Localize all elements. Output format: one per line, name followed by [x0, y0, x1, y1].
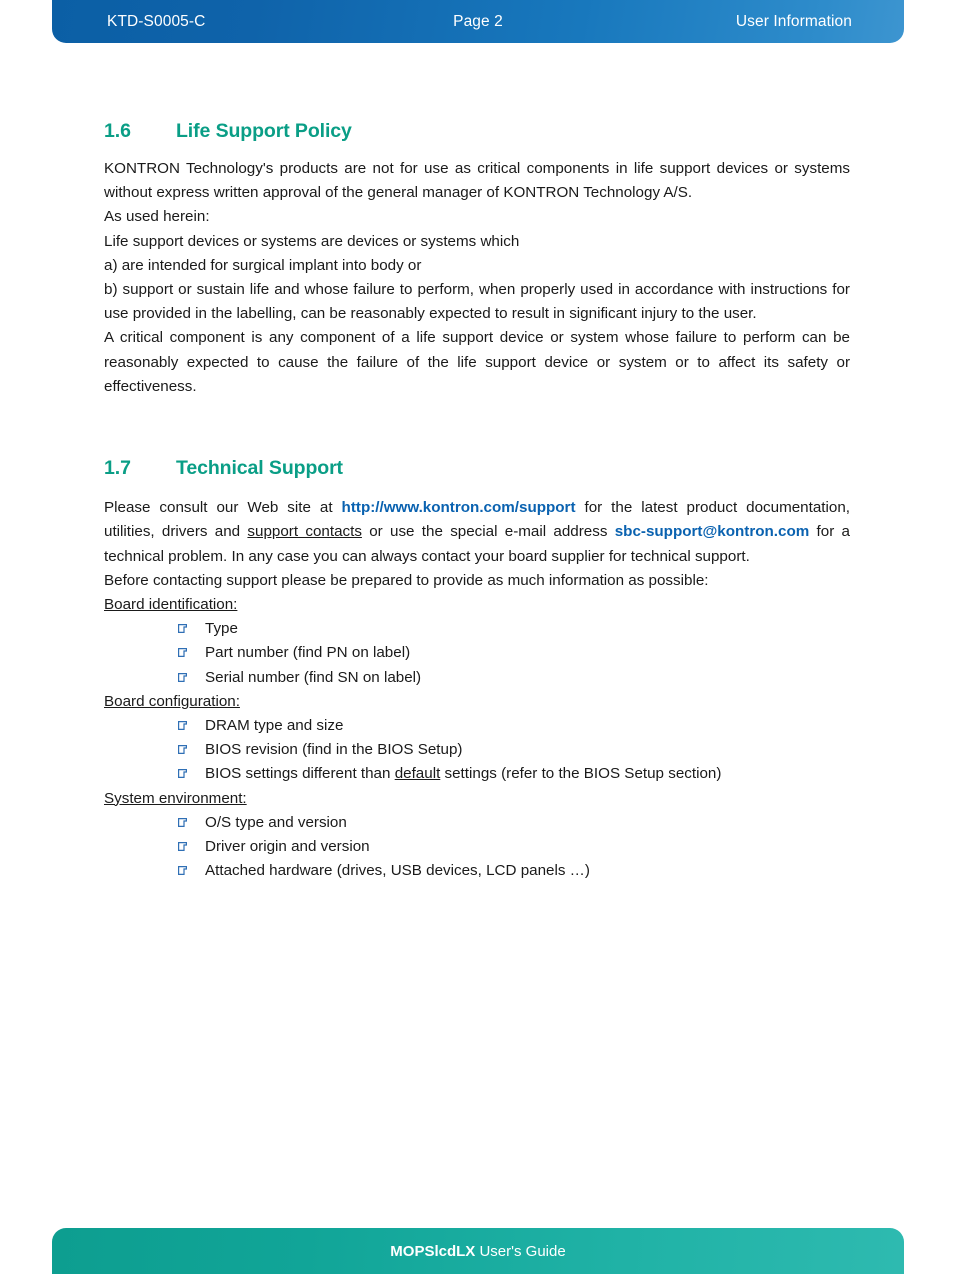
paragraph-as-used-herein: As used herein: — [104, 208, 210, 226]
list-item-label: O/S type and version — [205, 813, 347, 831]
square-bullet-icon — [178, 817, 187, 827]
heading-title: Life Support Policy — [176, 120, 352, 142]
footer-guide-suffix: User's Guide — [475, 1242, 566, 1260]
page-content: 1.6 Life Support Policy KONTRON Technolo… — [104, 120, 850, 883]
list-item: Attached hardware (drives, USB devices, … — [104, 859, 850, 883]
square-bullet-icon — [178, 842, 187, 852]
list-item-label: Type — [205, 620, 238, 638]
list-item-label: Driver origin and version — [205, 838, 370, 856]
paragraph-life-support-definition: Life support devices or systems are devi… — [104, 232, 520, 250]
list-board-configuration: DRAM type and size BIOS revision (find i… — [104, 714, 850, 787]
footer-title: MOPSlcdLX User's Guide — [390, 1243, 565, 1260]
page-header: KTD-S0005-C Page 2 User Information — [52, 0, 904, 43]
intro-text-part-3: or use the special e-mail address — [361, 523, 615, 541]
list-item: Driver origin and version — [104, 835, 850, 859]
list-item: DRAM type and size — [104, 714, 850, 738]
heading-number: 1.7 — [104, 457, 131, 480]
square-bullet-icon — [178, 648, 187, 658]
list-item: Part number (find PN on label) — [104, 641, 850, 665]
paragraph-technical-support-intro: Please consult our Web site at http://ww… — [104, 496, 850, 569]
list-item-label: Attached hardware (drives, USB devices, … — [205, 862, 590, 880]
list-item-label-prefix: BIOS settings different than — [205, 765, 395, 783]
square-bullet-icon — [178, 721, 187, 731]
support-contacts-text: support contacts — [247, 523, 362, 541]
list-item-label-suffix: settings (refer to the BIOS Setup sectio… — [440, 765, 722, 783]
list-item-label: DRAM type and size — [205, 717, 344, 735]
kontron-support-website-link[interactable]: http://www.kontron.com/support — [342, 499, 576, 516]
group-label-board-identification: Board identification: — [104, 596, 238, 614]
list-system-environment: O/S type and version Driver origin and v… — [104, 811, 850, 884]
heading-life-support-policy: 1.6 Life Support Policy — [104, 120, 850, 143]
paragraph-clause-b: b) support or sustain life and whose fai… — [104, 281, 850, 323]
square-bullet-icon — [178, 745, 187, 755]
paragraph-before-contacting: Before contacting support please be prep… — [104, 571, 709, 589]
list-item: BIOS revision (find in the BIOS Setup) — [104, 738, 850, 762]
list-item-label: Part number (find PN on label) — [205, 644, 411, 662]
paragraph-clause-a: a) are intended for surgical implant int… — [104, 256, 422, 274]
list-item: O/S type and version — [104, 811, 850, 835]
paragraph-life-support-1: KONTRON Technology's products are not fo… — [104, 160, 850, 202]
list-item: Serial number (find SN on label) — [104, 666, 850, 690]
list-board-identification: Type Part number (find PN on label) Seri… — [104, 617, 850, 690]
list-item: Type — [104, 617, 850, 641]
group-label-system-environment: System environment: — [104, 789, 247, 807]
paragraph-critical-component: A critical component is any component of… — [104, 329, 850, 395]
default-emphasis-text: default — [394, 765, 441, 783]
square-bullet-icon — [178, 769, 187, 779]
page-footer: MOPSlcdLX User's Guide — [52, 1228, 904, 1274]
sbc-support-email-link[interactable]: sbc-support@kontron.com — [615, 523, 810, 540]
square-bullet-icon — [178, 866, 187, 876]
list-item: BIOS settings different than default set… — [104, 762, 850, 786]
square-bullet-icon — [178, 624, 187, 634]
intro-text-part-1: Please consult our Web site at — [104, 499, 342, 517]
square-bullet-icon — [178, 672, 187, 682]
group-label-board-configuration: Board configuration: — [104, 692, 240, 710]
footer-product-name: MOPSlcdLX — [390, 1242, 476, 1260]
heading-title: Technical Support — [176, 457, 343, 480]
list-item-label: Serial number (find SN on label) — [205, 668, 422, 686]
heading-number: 1.6 — [104, 120, 131, 142]
heading-technical-support: 1.7 Technical Support — [104, 457, 850, 480]
header-section-title: User Information — [735, 12, 852, 30]
list-item-label: BIOS revision (find in the BIOS Setup) — [205, 741, 463, 759]
